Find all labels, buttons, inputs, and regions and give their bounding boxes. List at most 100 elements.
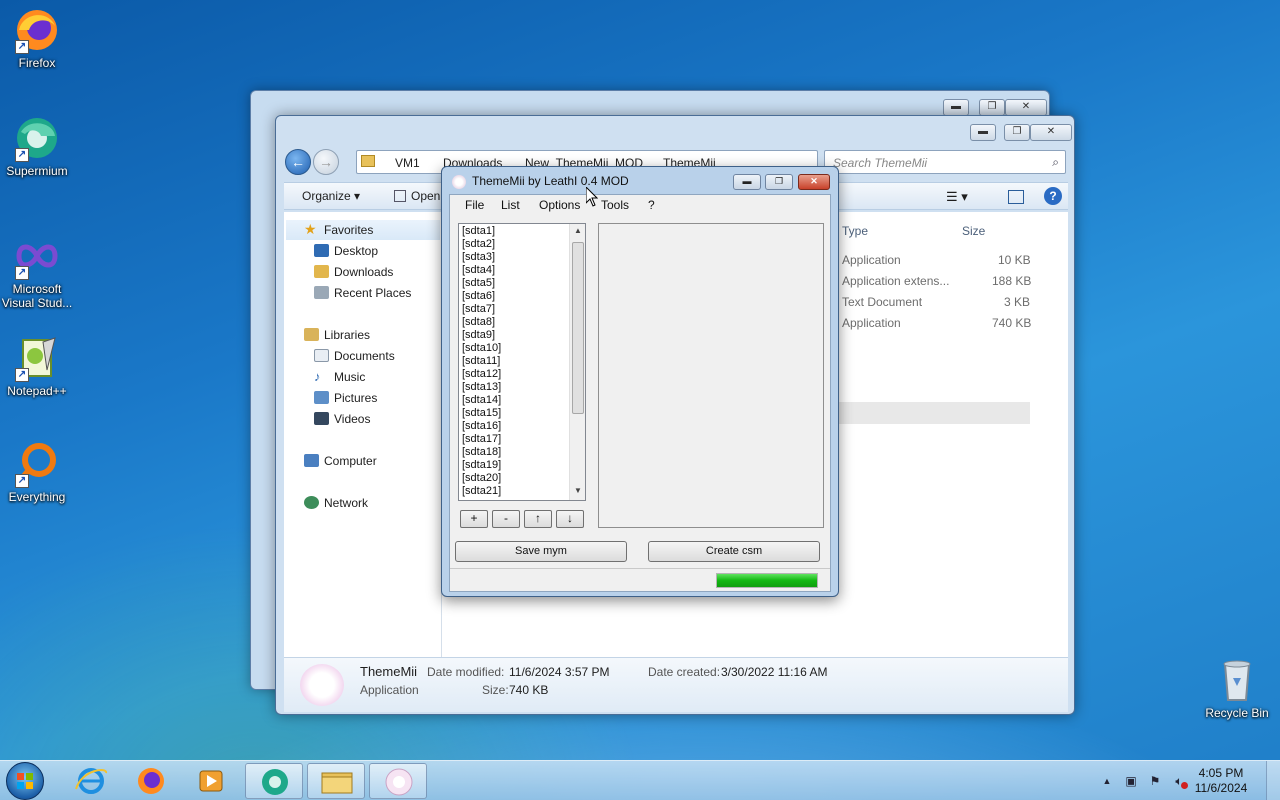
- folder-icon: [321, 772, 353, 794]
- preview-pane-icon[interactable]: [1008, 190, 1024, 204]
- minimize-button[interactable]: ▬: [943, 99, 969, 116]
- create-csm-button[interactable]: Create csm: [648, 541, 820, 562]
- row-size[interactable]: 188 KB: [992, 274, 1031, 288]
- scroll-up-icon[interactable]: ▲: [574, 226, 582, 235]
- row-size[interactable]: 740 KB: [992, 316, 1031, 330]
- row-type[interactable]: Application: [842, 316, 901, 330]
- menu-file[interactable]: File: [465, 198, 484, 212]
- list-item[interactable]: [sdta1]: [462, 225, 495, 238]
- list-item[interactable]: [sdta20]: [462, 472, 501, 485]
- list-item[interactable]: [sdta6]: [462, 290, 495, 303]
- nav-music[interactable]: ♪ Music: [314, 368, 365, 386]
- list-item[interactable]: [sdta14]: [462, 394, 501, 407]
- save-mym-button[interactable]: Save mym: [455, 541, 627, 562]
- system-clock[interactable]: 4:05 PM 11/6/2024: [1186, 766, 1256, 796]
- help-icon[interactable]: ?: [1044, 187, 1062, 205]
- list-item[interactable]: [sdta9]: [462, 329, 495, 342]
- list-item[interactable]: [sdta13]: [462, 381, 501, 394]
- nav-pictures[interactable]: Pictures: [314, 389, 377, 407]
- column-header-type[interactable]: Type: [842, 224, 868, 238]
- list-item[interactable]: [sdta21]: [462, 485, 501, 498]
- desktop-icon-supermium[interactable]: ↗ Supermium: [0, 114, 74, 178]
- nav-documents[interactable]: Documents: [314, 347, 395, 365]
- details-kind: Application: [360, 683, 419, 697]
- menu-help[interactable]: ?: [648, 198, 655, 212]
- remove-item-button[interactable]: -: [492, 510, 520, 528]
- list-item[interactable]: [sdta12]: [462, 368, 501, 381]
- minimize-button[interactable]: ▬: [970, 124, 996, 141]
- list-item[interactable]: [sdta4]: [462, 264, 495, 277]
- breadcrumb-item[interactable]: VM1: [395, 156, 420, 170]
- nav-favorites[interactable]: ★ Favorites: [304, 221, 373, 239]
- recent-places-icon: [314, 286, 329, 299]
- nav-computer[interactable]: Computer: [304, 452, 377, 470]
- forward-button[interactable]: →: [313, 149, 339, 175]
- thememii-dialog[interactable]: ThemeMii by LeathI 0.4 MOD ▬ ❐ ✕ File Li…: [441, 166, 839, 597]
- menu-list[interactable]: List: [501, 198, 520, 212]
- list-item[interactable]: [sdta7]: [462, 303, 495, 316]
- add-item-button[interactable]: +: [460, 510, 488, 528]
- menu-tools[interactable]: Tools: [601, 198, 629, 212]
- list-item[interactable]: [sdta8]: [462, 316, 495, 329]
- nav-videos[interactable]: Videos: [314, 410, 370, 428]
- close-button[interactable]: ✕: [1030, 124, 1072, 141]
- list-item[interactable]: [sdta5]: [462, 277, 495, 290]
- nav-recent-places[interactable]: Recent Places: [314, 284, 411, 302]
- back-button[interactable]: ←: [285, 149, 311, 175]
- desktop-icon-everything[interactable]: ↗ Everything: [0, 440, 74, 504]
- nav-network[interactable]: Network: [304, 494, 368, 512]
- action-center-flag-icon[interactable]: ⚑: [1148, 774, 1162, 788]
- organize-button[interactable]: Organize ▾: [302, 189, 360, 203]
- taskbar-explorer[interactable]: [307, 763, 365, 799]
- taskbar-firefox[interactable]: [122, 763, 180, 799]
- list-item[interactable]: [sdta10]: [462, 342, 501, 355]
- scrollbar-thumb[interactable]: [572, 242, 584, 414]
- sdta-listbox[interactable]: [sdta1] [sdta2] [sdta3] [sdta4] [sdta5] [sdta…: [458, 223, 586, 501]
- maximize-button[interactable]: ❐: [1004, 124, 1030, 141]
- nav-downloads[interactable]: Downloads: [314, 263, 393, 281]
- row-size[interactable]: 10 KB: [998, 253, 1031, 267]
- view-options-icon[interactable]: ☰ ▾: [946, 189, 968, 205]
- search-input[interactable]: Search ThemeMii ⌕: [824, 150, 1066, 174]
- row-type[interactable]: Application extens...: [842, 274, 949, 288]
- list-item[interactable]: [sdta15]: [462, 407, 501, 420]
- list-item[interactable]: [sdta16]: [462, 420, 501, 433]
- minimize-button[interactable]: ▬: [733, 174, 761, 190]
- start-button[interactable]: [6, 762, 44, 800]
- taskbar-supermium[interactable]: [245, 763, 303, 799]
- close-button[interactable]: ✕: [798, 174, 830, 190]
- list-item[interactable]: [sdta11]: [462, 355, 500, 368]
- list-item[interactable]: [sdta19]: [462, 459, 501, 472]
- show-desktop-button[interactable]: [1266, 761, 1280, 800]
- desktop-icon-visual-studio[interactable]: ↗ Microsoft Visual Stud...: [0, 232, 74, 310]
- open-button[interactable]: Open: [394, 189, 440, 203]
- nav-libraries[interactable]: Libraries: [304, 326, 370, 344]
- list-item[interactable]: [sdta3]: [462, 251, 495, 264]
- thememii-app-icon: [452, 175, 466, 189]
- move-down-button[interactable]: ↓: [556, 510, 584, 528]
- taskbar-media-player[interactable]: [182, 763, 240, 799]
- row-type[interactable]: Text Document: [842, 295, 922, 309]
- desktop-icon-label: Firefox: [18, 56, 56, 70]
- list-item[interactable]: [sdta17]: [462, 433, 501, 446]
- row-size[interactable]: 3 KB: [1004, 295, 1030, 309]
- listbox-scrollbar[interactable]: ▲ ▼: [569, 224, 585, 500]
- nav-desktop[interactable]: Desktop: [314, 242, 378, 260]
- scroll-down-icon[interactable]: ▼: [574, 486, 582, 495]
- close-button[interactable]: ✕: [1005, 99, 1047, 116]
- maximize-button[interactable]: ❐: [765, 174, 793, 190]
- row-type[interactable]: Application: [842, 253, 901, 267]
- list-item[interactable]: [sdta2]: [462, 238, 495, 251]
- desktop-icon-firefox[interactable]: ↗ Firefox: [0, 6, 74, 70]
- maximize-button[interactable]: ❐: [979, 99, 1005, 116]
- menu-options[interactable]: Options: [539, 198, 580, 212]
- network-tray-icon[interactable]: ▣: [1124, 774, 1138, 788]
- column-header-size[interactable]: Size: [962, 224, 985, 238]
- taskbar-internet-explorer[interactable]: [62, 763, 120, 799]
- desktop-icon-recycle-bin[interactable]: Recycle Bin: [1200, 656, 1274, 720]
- list-item[interactable]: [sdta18]: [462, 446, 501, 459]
- desktop-icon-notepadpp[interactable]: ↗ Notepad++: [0, 334, 74, 398]
- move-up-button[interactable]: ↑: [524, 510, 552, 528]
- show-hidden-icons[interactable]: ▲: [1100, 774, 1114, 788]
- taskbar-thememii[interactable]: [369, 763, 427, 799]
